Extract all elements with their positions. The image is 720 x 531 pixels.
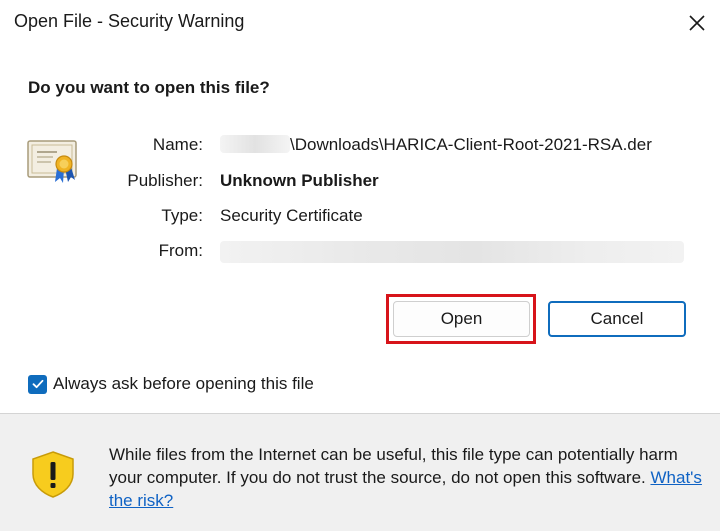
close-button[interactable] xyxy=(674,0,720,46)
always-ask-checkbox-row[interactable]: Always ask before opening this file xyxy=(28,374,314,394)
publisher-label: Publisher: xyxy=(127,171,203,190)
type-label: Type: xyxy=(161,206,203,225)
checkmark-icon xyxy=(32,379,43,389)
title-bar: Open File - Security Warning xyxy=(0,0,720,46)
redacted-from-value xyxy=(220,241,684,263)
type-value: Security Certificate xyxy=(220,206,363,225)
redacted-username xyxy=(220,135,290,153)
footer: While files from the Internet can be use… xyxy=(0,414,720,531)
name-value: \Downloads\HARICA-Client-Root-2021-RSA.d… xyxy=(290,135,652,154)
dialog-question: Do you want to open this file? xyxy=(28,78,270,97)
dialog-body: Do you want to open this file? Name: \Do… xyxy=(0,46,720,413)
warning-shield-icon xyxy=(32,451,74,498)
footer-warning-text: While files from the Internet can be use… xyxy=(109,443,709,512)
open-button[interactable]: Open xyxy=(393,301,530,337)
publisher-value: Unknown Publisher xyxy=(220,171,379,190)
window-title: Open File - Security Warning xyxy=(14,11,245,31)
always-ask-label: Always ask before opening this file xyxy=(53,374,314,393)
close-icon xyxy=(689,15,705,31)
always-ask-checkbox[interactable] xyxy=(28,374,47,394)
name-value-row: \Downloads\HARICA-Client-Root-2021-RSA.d… xyxy=(220,134,652,156)
footer-warning-body: While files from the Internet can be use… xyxy=(109,445,678,487)
cancel-button[interactable]: Cancel xyxy=(548,301,686,337)
from-label: From: xyxy=(158,241,203,260)
name-label: Name: xyxy=(152,135,203,154)
